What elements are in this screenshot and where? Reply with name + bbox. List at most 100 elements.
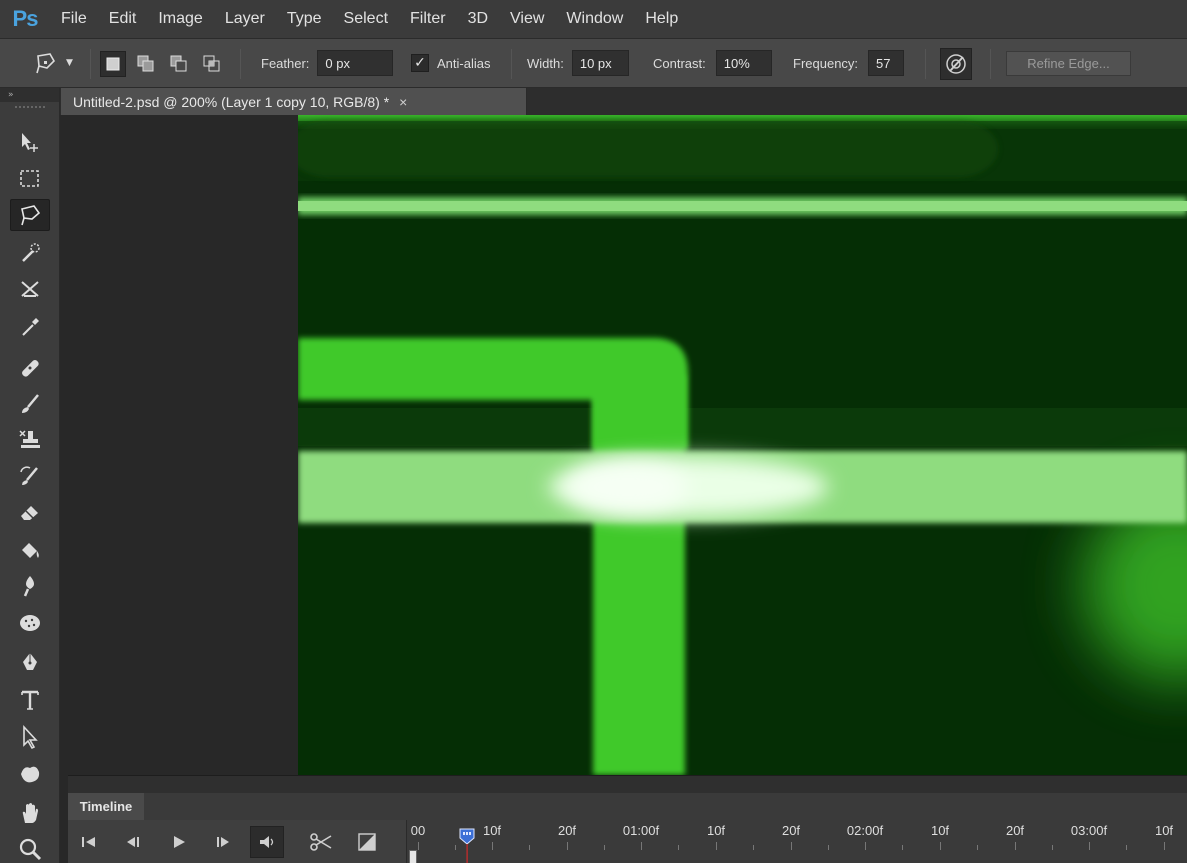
healing-brush-tool[interactable] (10, 352, 50, 384)
paint-bucket-tool[interactable] (10, 534, 50, 566)
tools-panel: » (0, 88, 60, 863)
play-button[interactable] (162, 826, 196, 858)
ruler-label: 01:00f (622, 823, 660, 838)
split-at-playhead-button[interactable] (304, 826, 338, 858)
document-title: Untitled-2.psd @ 200% (Layer 1 copy 10, … (73, 93, 390, 110)
transition-button[interactable] (350, 826, 384, 858)
scissors-icon (310, 833, 332, 851)
separator (511, 49, 512, 79)
ruler-tick (529, 845, 530, 850)
contrast-label: Contrast: (653, 55, 706, 71)
magnetic-lasso-icon (36, 53, 55, 74)
timeline-tab[interactable]: Timeline (68, 793, 144, 820)
next-frame-icon (217, 837, 229, 847)
menu-type[interactable]: Type (276, 0, 333, 38)
bandage-icon (22, 360, 39, 377)
audio-toggle-button[interactable] (250, 826, 284, 858)
ruler-label: 20f (1005, 823, 1025, 838)
width-input[interactable]: 10 px (571, 50, 629, 76)
previous-frame-icon (127, 837, 139, 847)
sponge-icon (20, 615, 40, 631)
lasso-tool[interactable] (10, 199, 50, 231)
type-icon (21, 690, 39, 710)
subtract-selection-icon (170, 55, 187, 72)
type-tool[interactable] (10, 684, 50, 716)
ruler-label: 02:00f (846, 823, 884, 838)
eraser-tool[interactable] (10, 496, 50, 528)
new-selection-button[interactable] (100, 51, 126, 77)
options-bar: ▼ Feather: 0 px ✓ Anti-alias Width: 10 p… (0, 38, 1187, 88)
add-to-selection-button[interactable] (133, 51, 159, 77)
path-selection-tool[interactable] (10, 721, 50, 753)
refine-edge-button[interactable]: Refine Edge... (1006, 51, 1131, 76)
playhead[interactable] (459, 828, 475, 863)
ruler-tick (716, 842, 717, 850)
document-tab[interactable]: Untitled-2.psd @ 200% (Layer 1 copy 10, … (61, 88, 527, 115)
menu-edit[interactable]: Edit (98, 0, 148, 38)
speaker-icon (260, 836, 274, 848)
ruler-tick (604, 845, 605, 850)
menu-3d[interactable]: 3D (457, 0, 499, 38)
ruler-tick (1089, 842, 1090, 850)
ruler-tick (902, 845, 903, 850)
marquee-tool[interactable] (10, 163, 50, 195)
quick-selection-tool[interactable] (10, 237, 50, 269)
tablet-pressure-button[interactable] (940, 48, 972, 80)
feather-input[interactable]: 0 px (317, 50, 394, 76)
zoom-tool[interactable] (10, 833, 50, 863)
ruler-label: 10f (1154, 823, 1174, 838)
clone-stamp-tool[interactable] (10, 424, 50, 456)
menu-view[interactable]: View (499, 0, 555, 38)
menu-file[interactable]: File (50, 0, 98, 38)
panel-grip[interactable] (0, 102, 59, 112)
ruler-tick (641, 842, 642, 850)
ruler-tick (678, 845, 679, 850)
frequency-input[interactable]: 57 (868, 50, 905, 76)
separator (90, 49, 91, 79)
previous-frame-button[interactable] (116, 826, 150, 858)
zoom-icon (19, 838, 42, 861)
photoshop-logo: Ps (12, 6, 39, 31)
play-icon (174, 836, 185, 848)
crop-tool[interactable] (10, 274, 50, 306)
contrast-input[interactable]: 10% (715, 50, 772, 76)
ruler-label: 03:00f (1070, 823, 1108, 838)
intersect-selection-button[interactable] (199, 51, 225, 77)
move-tool[interactable] (10, 126, 50, 158)
next-frame-button[interactable] (206, 826, 240, 858)
first-frame-icon (82, 837, 95, 847)
close-icon[interactable]: × (399, 94, 407, 110)
pen-tool[interactable] (10, 647, 50, 679)
document-canvas[interactable] (298, 115, 1187, 775)
ruler-tick (865, 842, 866, 850)
intersect-selection-icon (203, 55, 220, 72)
ruler-tick (1164, 842, 1165, 850)
collapse-panel-button[interactable]: » (0, 88, 59, 102)
hand-icon (22, 803, 38, 823)
custom-shape-tool[interactable] (10, 758, 50, 790)
blur-tool[interactable] (10, 570, 50, 602)
menu-filter[interactable]: Filter (399, 0, 457, 38)
hand-tool[interactable] (10, 797, 50, 829)
brush-tool[interactable] (10, 388, 50, 420)
ruler-label: 10f (482, 823, 502, 838)
sponge-tool[interactable] (10, 607, 50, 639)
subtract-from-selection-button[interactable] (166, 51, 192, 77)
history-brush-tool[interactable] (10, 460, 50, 492)
ruler-tick (1015, 842, 1016, 850)
menu-image[interactable]: Image (147, 0, 213, 38)
antialias-checkbox[interactable]: ✓ (411, 54, 429, 72)
menu-help[interactable]: Help (634, 0, 689, 38)
go-to-first-frame-button[interactable] (72, 826, 106, 858)
tool-preset-picker[interactable]: ▼ (30, 39, 73, 87)
work-area-start-handle[interactable] (409, 850, 417, 863)
menu-layer[interactable]: Layer (214, 0, 276, 38)
separator (240, 49, 241, 79)
menu-window[interactable]: Window (555, 0, 634, 38)
timeline-ruler[interactable]: 00 10f 20f 01:00f 10f 20f 02:00f 10f 20f… (406, 820, 1187, 863)
ruler-tick (940, 842, 941, 850)
rectangular-marquee-icon (20, 170, 39, 187)
eyedropper-tool[interactable] (10, 311, 50, 343)
menu-select[interactable]: Select (333, 0, 399, 38)
frequency-group: Frequency: 57 (793, 39, 905, 87)
